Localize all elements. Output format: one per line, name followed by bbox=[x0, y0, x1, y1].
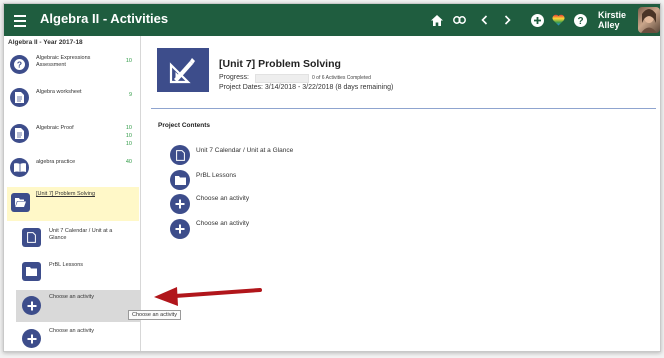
add-circle-icon[interactable] bbox=[529, 12, 545, 28]
add-icon bbox=[170, 194, 190, 214]
sidebar-item-label: algebra practice bbox=[36, 159, 76, 165]
tooltip: Choose an activity bbox=[128, 310, 181, 320]
progress-bar bbox=[255, 74, 309, 83]
add-icon bbox=[22, 329, 41, 348]
sidebar-item-algebra-practice[interactable]: algebra practice 40 bbox=[4, 154, 140, 184]
chevron-right-icon[interactable] bbox=[499, 12, 515, 28]
sidebar-item-label: Algebraic Proof bbox=[36, 125, 74, 131]
sidebar-item-label: [Unit 7] Problem Solving bbox=[36, 191, 95, 197]
content-item-label: PrBL Lessons bbox=[196, 172, 237, 179]
score: 10 bbox=[125, 58, 132, 64]
add-icon bbox=[22, 296, 41, 315]
content-item-choose-an-activity[interactable]: Choose an activity bbox=[170, 218, 430, 240]
score: 40 bbox=[125, 159, 132, 165]
heart-icon[interactable] bbox=[550, 12, 566, 28]
sidebar: Algebra II - Year 2017-18 ? Algebraic Ex… bbox=[4, 36, 141, 351]
unit-icon bbox=[157, 48, 209, 92]
document-icon bbox=[10, 124, 29, 143]
content-item-label: Choose an activity bbox=[196, 195, 250, 202]
file-icon bbox=[170, 145, 190, 165]
score: 10 bbox=[125, 141, 132, 147]
project-contents-title: Project Contents bbox=[158, 122, 211, 129]
main-content: [Unit 7] Problem Solving Progress: 0 of … bbox=[141, 36, 660, 351]
content-item-prbl-lessons[interactable]: PrBL Lessons bbox=[170, 169, 430, 191]
sidebar-item-choose-an-activity[interactable]: Choose an activity bbox=[16, 324, 140, 351]
sidebar-item-algebraic-expressions-assessment[interactable]: ? Algebraic Expressions Assessment 10 bbox=[4, 50, 140, 80]
content-item-choose-an-activity[interactable]: Choose an activity bbox=[170, 193, 430, 215]
sidebar-year-title: Algebra II - Year 2017-18 bbox=[8, 39, 83, 46]
sidebar-item-label: Unit 7 Calendar / Unit at a Glance bbox=[49, 228, 113, 241]
app-title: Algebra II - Activities bbox=[40, 11, 169, 26]
sidebar-item-algebraic-proof[interactable]: Algebraic Proof 10 10 10 bbox=[4, 120, 140, 152]
divider bbox=[151, 108, 656, 109]
sidebar-item-unit-7-problem-solving[interactable]: [Unit 7] Problem Solving bbox=[7, 187, 139, 221]
sidebar-item-label: Algebra worksheet bbox=[36, 89, 82, 95]
add-icon bbox=[170, 219, 190, 239]
sidebar-item-label: Algebraic Expressions Assessment bbox=[36, 55, 91, 68]
app-window: Algebra II - Activities ? Kirstie Alley … bbox=[3, 3, 661, 352]
avatar[interactable] bbox=[638, 7, 660, 33]
svg-text:?: ? bbox=[577, 16, 583, 27]
score: 9 bbox=[128, 92, 132, 98]
link-icon[interactable] bbox=[451, 12, 467, 28]
content-item-label: Choose an activity bbox=[196, 220, 250, 227]
sidebar-item-prbl-lessons[interactable]: PrBL Lessons bbox=[4, 258, 140, 288]
sidebar-item-label: PrBL Lessons bbox=[49, 262, 84, 268]
content-item-unit-7-calendar[interactable]: Unit 7 Calendar / Unit at a Glance bbox=[170, 144, 430, 166]
progress-text: 0 of 6 Activities Completed bbox=[312, 75, 371, 81]
user-name[interactable]: Kirstie Alley bbox=[598, 10, 626, 30]
score: 10 bbox=[125, 133, 132, 139]
file-icon bbox=[22, 228, 41, 247]
score: 10 bbox=[125, 125, 132, 131]
content-item-label: Unit 7 Calendar / Unit at a Glance bbox=[196, 147, 294, 154]
sidebar-item-choose-an-activity[interactable]: Choose an activity bbox=[16, 290, 140, 322]
folder-open-icon bbox=[11, 193, 30, 212]
book-icon bbox=[10, 158, 29, 177]
project-dates: Project Dates: 3/14/2018 - 3/22/2018 (8 … bbox=[219, 84, 394, 91]
sidebar-item-label: Choose an activity bbox=[49, 294, 94, 300]
document-icon bbox=[10, 88, 29, 107]
top-bar: Algebra II - Activities ? Kirstie Alley bbox=[4, 4, 660, 36]
sidebar-item-label: Choose an activity bbox=[49, 328, 94, 334]
sidebar-item-algebra-worksheet[interactable]: Algebra worksheet 9 bbox=[4, 84, 140, 114]
chevron-left-icon[interactable] bbox=[476, 12, 492, 28]
progress-label: Progress: bbox=[219, 74, 249, 81]
svg-text:?: ? bbox=[17, 60, 22, 70]
hamburger-menu-icon[interactable] bbox=[14, 12, 26, 28]
question-icon: ? bbox=[10, 55, 29, 74]
folder-icon bbox=[170, 170, 190, 190]
sidebar-item-unit-7-calendar[interactable]: Unit 7 Calendar / Unit at a Glance bbox=[4, 224, 140, 254]
help-icon[interactable]: ? bbox=[572, 12, 588, 28]
unit-title: [Unit 7] Problem Solving bbox=[219, 58, 341, 70]
home-icon[interactable] bbox=[429, 12, 445, 28]
folder-icon bbox=[22, 262, 41, 281]
